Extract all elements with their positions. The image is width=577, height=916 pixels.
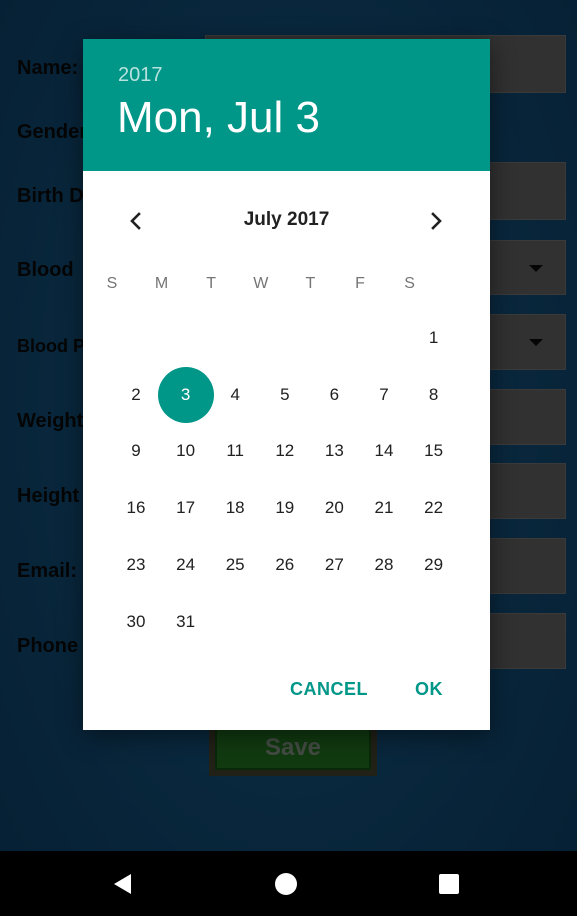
calendar-day[interactable]: 25	[207, 537, 263, 593]
recents-button[interactable]	[419, 851, 479, 916]
calendar-day[interactable]: 8	[406, 367, 462, 423]
calendar-day[interactable]: 28	[356, 537, 412, 593]
weekday-label: W	[253, 275, 269, 292]
calendar-day[interactable]: 7	[356, 367, 412, 423]
calendar-day[interactable]: 23	[108, 537, 164, 593]
calendar-day[interactable]: 9	[108, 423, 164, 479]
calendar-day[interactable]: 2	[108, 367, 164, 423]
calendar-day[interactable]: 14	[356, 423, 412, 479]
calendar-day[interactable]: 17	[158, 480, 214, 536]
ok-button[interactable]: OK	[415, 679, 443, 700]
weekday-header-row: SMTWTFS	[107, 275, 460, 295]
header-selected-date[interactable]: Mon, Jul 3	[117, 93, 320, 143]
calendar-day[interactable]: 26	[257, 537, 313, 593]
next-month-button[interactable]	[420, 205, 452, 237]
calendar-day[interactable]: 4	[207, 367, 263, 423]
calendar-day[interactable]: 19	[257, 480, 313, 536]
calendar-day[interactable]: 15	[406, 423, 462, 479]
back-triangle-icon	[114, 873, 131, 894]
calendar-day[interactable]: 16	[108, 480, 164, 536]
system-navigation-bar	[0, 851, 577, 916]
weekday-label: F	[355, 275, 365, 292]
calendar-day[interactable]: 12	[257, 423, 313, 479]
home-circle-icon	[275, 872, 297, 895]
cancel-button[interactable]: CANCEL	[290, 679, 368, 700]
calendar-day[interactable]: 13	[306, 423, 362, 479]
weekday-label: T	[206, 275, 217, 292]
calendar-day[interactable]: 22	[406, 480, 462, 536]
weekday-label: S	[404, 275, 415, 292]
home-button[interactable]	[256, 851, 316, 916]
weekday-label: M	[154, 275, 169, 292]
calendar-day[interactable]: 30	[108, 594, 164, 650]
weekday-label: T	[305, 275, 316, 292]
calendar-day[interactable]: 29	[406, 537, 462, 593]
calendar-day[interactable]: 24	[158, 537, 214, 593]
calendar-day[interactable]: 27	[306, 537, 362, 593]
calendar-day[interactable]: 21	[356, 480, 412, 536]
date-picker-dialog: 2017 Mon, Jul 3 July 2017 SMTWTFS 123456…	[83, 39, 490, 730]
recents-square-icon	[439, 873, 459, 894]
calendar-day[interactable]: 20	[306, 480, 362, 536]
calendar-day-selected[interactable]: 3	[157, 366, 214, 423]
header-year[interactable]: 2017	[118, 64, 163, 87]
weekday-label: S	[106, 275, 118, 292]
calendar-day[interactable]: 11	[207, 423, 263, 479]
calendar-day[interactable]: 31	[158, 594, 214, 650]
calendar-day[interactable]: 18	[207, 480, 263, 536]
calendar-day[interactable]: 6	[306, 367, 362, 423]
back-button[interactable]	[93, 851, 153, 916]
calendar-day[interactable]: 10	[158, 423, 214, 479]
date-picker-header: 2017 Mon, Jul 3	[83, 39, 490, 171]
calendar-day[interactable]: 5	[257, 367, 313, 423]
chevron-right-icon	[431, 212, 442, 230]
calendar-day[interactable]: 1	[406, 310, 462, 366]
